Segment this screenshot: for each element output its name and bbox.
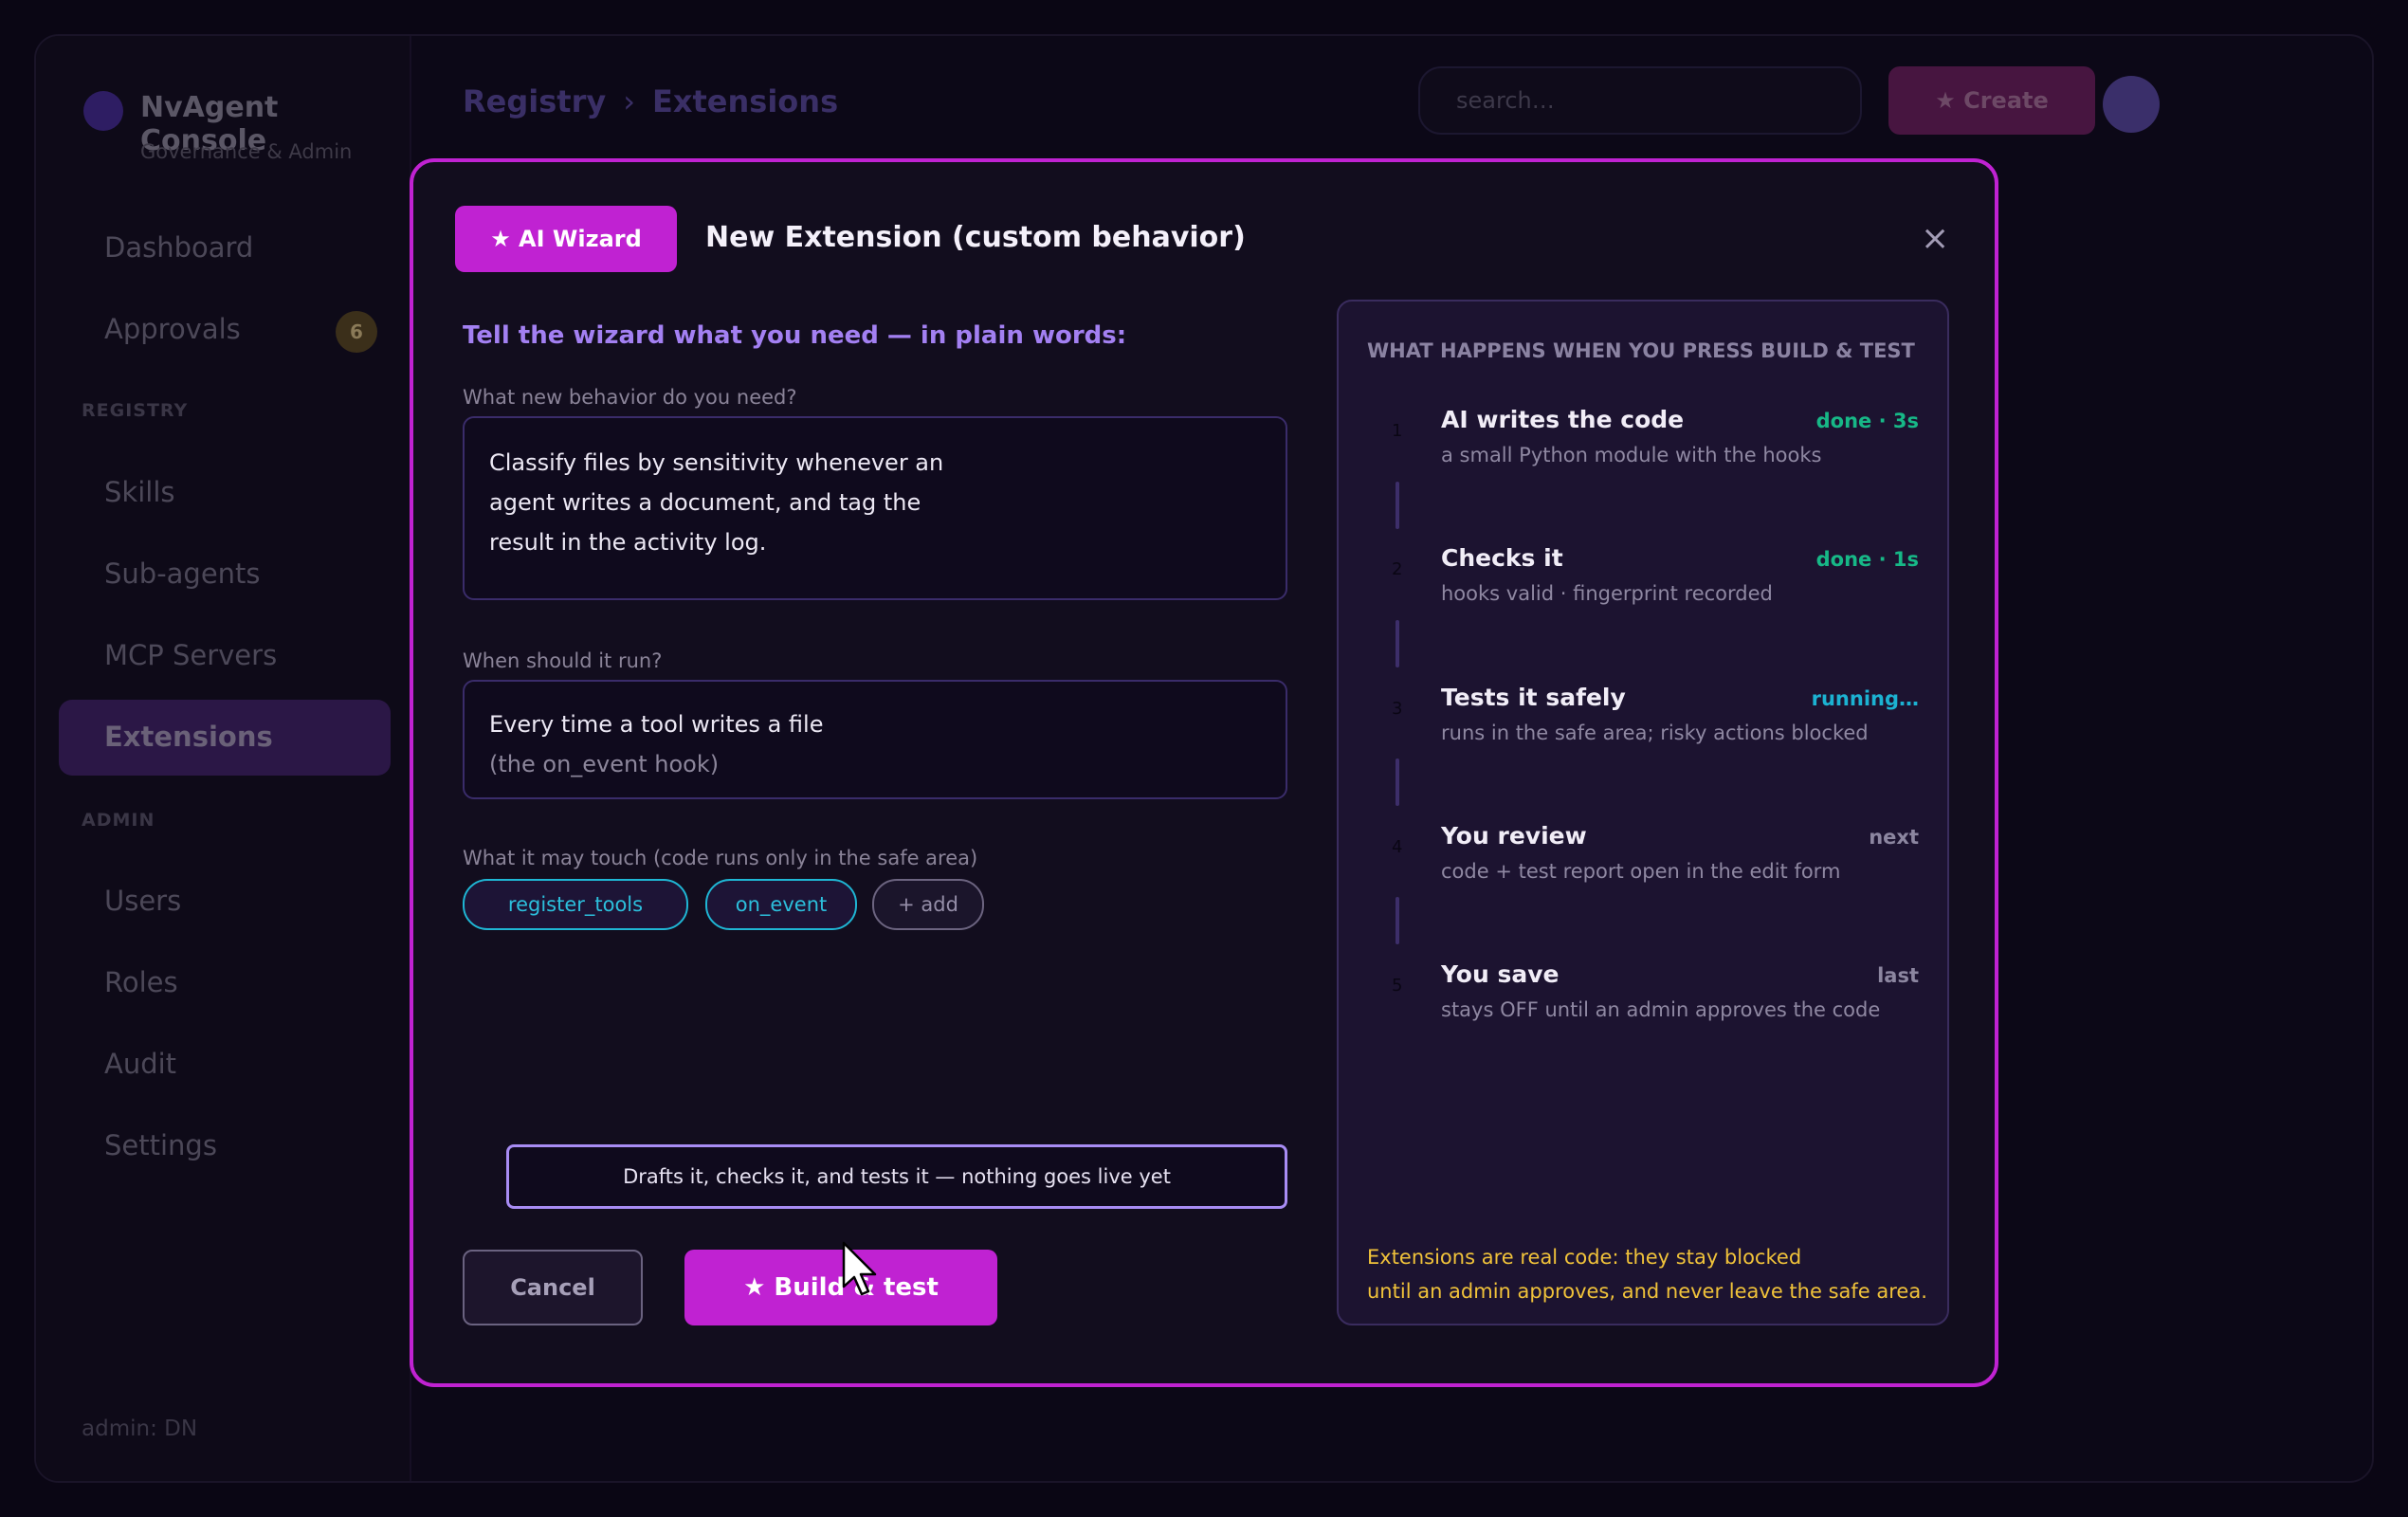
sidebar-item-sub-agents[interactable]: Sub-agents xyxy=(104,557,261,590)
step-number: 2 xyxy=(1392,559,1403,579)
close-icon[interactable]: × xyxy=(1921,219,1949,258)
step-title: Checks it xyxy=(1441,544,1563,572)
breadcrumb: Registry › Extensions xyxy=(463,83,838,119)
behavior-text-line: result in the activity log. xyxy=(489,529,767,556)
step-description: hooks valid · fingerprint recorded xyxy=(1441,582,1773,605)
step-connector xyxy=(1396,897,1399,944)
sidebar-item-settings[interactable]: Settings xyxy=(104,1129,217,1161)
approvals-count-badge: 6 xyxy=(336,311,377,353)
current-user-label: admin: DN xyxy=(82,1416,198,1441)
behavior-text-line: agent writes a document, and tag the xyxy=(489,489,921,516)
panel-heading: WHAT HAPPENS WHEN YOU PRESS BUILD & TEST xyxy=(1367,339,1915,362)
chip-on-event[interactable]: on_event xyxy=(705,879,857,930)
logo-icon xyxy=(83,91,123,131)
safety-note-line: until an admin approves, and never leave… xyxy=(1367,1280,1927,1303)
chip-register-tools[interactable]: register_tools xyxy=(463,879,688,930)
behavior-textarea[interactable]: Classify files by sensitivity whenever a… xyxy=(463,416,1287,600)
sidebar-item-extensions[interactable]: Extensions xyxy=(59,700,391,776)
behavior-field-label: What new behavior do you need? xyxy=(463,386,797,409)
breadcrumb-registry[interactable]: Registry xyxy=(463,83,606,119)
step-connector xyxy=(1396,620,1399,667)
step-item: 3 Tests it safely running… runs in the s… xyxy=(1339,684,1947,797)
nav-section-registry: REGISTRY xyxy=(82,400,189,421)
step-connector xyxy=(1396,482,1399,529)
behavior-text-line: Classify files by sensitivity whenever a… xyxy=(489,449,944,476)
wizard-instructions: Tell the wizard what you need — in plain… xyxy=(463,321,1127,350)
step-number: 1 xyxy=(1392,421,1403,441)
step-status: running… xyxy=(1811,687,1919,710)
step-title: You review xyxy=(1441,822,1587,850)
create-button[interactable]: ★ Create xyxy=(1888,66,2095,135)
step-description: code + test report open in the edit form xyxy=(1441,860,1841,883)
step-number: 5 xyxy=(1392,976,1403,996)
build-info-tooltip: Drafts it, checks it, and tests it — not… xyxy=(506,1144,1287,1209)
step-status: done · 3s xyxy=(1815,410,1919,432)
sidebar: NvAgent Console Governance & Admin Dashb… xyxy=(36,36,411,1481)
step-number: 3 xyxy=(1392,699,1403,719)
step-description: runs in the safe area; risky actions blo… xyxy=(1441,722,1869,744)
sidebar-item-approvals[interactable]: Approvals xyxy=(104,313,241,345)
step-description: stays OFF until an admin approves the co… xyxy=(1441,998,1881,1021)
build-and-test-button[interactable]: ★ Build & test xyxy=(684,1250,997,1325)
when-to-run-field[interactable]: Every time a tool writes a file (the on_… xyxy=(463,680,1287,799)
sidebar-item-users[interactable]: Users xyxy=(104,885,181,917)
breadcrumb-extensions: Extensions xyxy=(652,83,839,119)
sidebar-item-label: Extensions xyxy=(104,721,273,753)
step-title: Tests it safely xyxy=(1441,684,1626,711)
sidebar-item-mcp-servers[interactable]: MCP Servers xyxy=(104,639,277,671)
nav-section-admin: ADMIN xyxy=(82,810,155,831)
safety-note-line: Extensions are real code: they stay bloc… xyxy=(1367,1246,1802,1269)
sidebar-item-roles[interactable]: Roles xyxy=(104,966,178,998)
step-title: AI writes the code xyxy=(1441,406,1685,433)
avatar[interactable] xyxy=(2103,76,2160,133)
step-status: next xyxy=(1869,826,1919,849)
sidebar-item-skills[interactable]: Skills xyxy=(104,476,174,508)
step-item: 2 Checks it done · 1s hooks valid · fing… xyxy=(1339,544,1947,658)
build-steps-panel: WHAT HAPPENS WHEN YOU PRESS BUILD & TEST… xyxy=(1337,300,1949,1325)
cancel-button[interactable]: Cancel xyxy=(463,1250,643,1325)
sidebar-item-dashboard[interactable]: Dashboard xyxy=(104,231,253,264)
step-item: 1 AI writes the code done · 3s a small P… xyxy=(1339,406,1947,520)
search-input[interactable]: search… xyxy=(1418,66,1862,135)
when-value: Every time a tool writes a file xyxy=(489,711,824,738)
step-connector xyxy=(1396,758,1399,806)
ai-wizard-badge: ★ AI Wizard xyxy=(455,206,677,272)
add-chip-button[interactable]: + add xyxy=(872,879,984,930)
step-status: last xyxy=(1877,964,1919,987)
step-status: done · 1s xyxy=(1815,548,1919,571)
step-number: 4 xyxy=(1392,837,1403,857)
step-item: 5 You save last stays OFF until an admin… xyxy=(1339,960,1947,1074)
permissions-field-label: What it may touch (code runs only in the… xyxy=(463,847,978,869)
dialog-title: New Extension (custom behavior) xyxy=(705,221,1246,254)
breadcrumb-separator: › xyxy=(623,83,635,119)
when-field-label: When should it run? xyxy=(463,649,663,672)
sidebar-item-audit[interactable]: Audit xyxy=(104,1048,176,1080)
step-item: 4 You review next code + test report ope… xyxy=(1339,822,1947,936)
safety-note: Extensions are real code: they stay bloc… xyxy=(1367,1240,1927,1308)
step-description: a small Python module with the hooks xyxy=(1441,444,1822,466)
step-title: You save xyxy=(1441,960,1560,988)
new-extension-dialog: ★ AI Wizard New Extension (custom behavi… xyxy=(410,158,1998,1387)
when-hint: (the on_event hook) xyxy=(489,751,720,777)
app-subtitle: Governance & Admin xyxy=(140,140,353,163)
